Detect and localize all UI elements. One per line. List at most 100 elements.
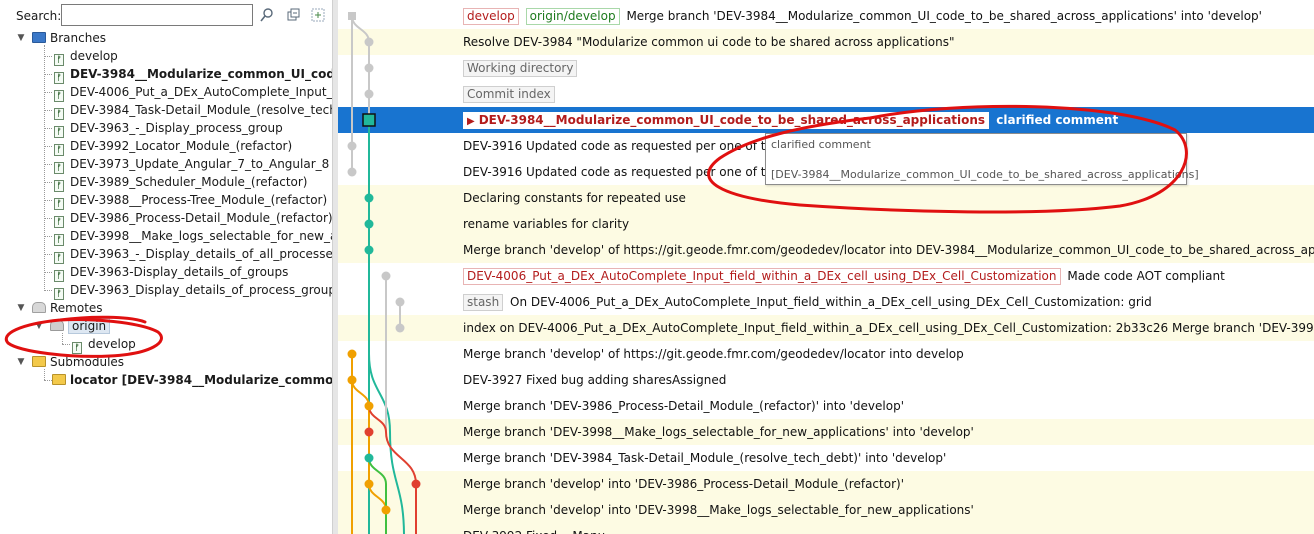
commit-node[interactable]: [395, 323, 405, 333]
submodule-locator[interactable]: locator [DEV-3984__Modularize_common_UI_…: [52, 371, 332, 389]
branch-item[interactable]: ᚠ DEV-3963_Display_details_of_process_gro…: [54, 281, 332, 300]
commit-message-cell: Merge branch 'develop' into 'DEV-3986_Pr…: [463, 471, 904, 497]
commit-node[interactable]: [395, 297, 405, 307]
commit-message: Resolve DEV-3984 "Modularize common ui c…: [463, 35, 955, 49]
commit-node[interactable]: [364, 401, 374, 411]
remotes-label: Remotes: [50, 301, 103, 315]
commit-node[interactable]: [381, 271, 391, 281]
commit-message-cell: ▶ DEV-3984__Modularize_common_UI_code_to_…: [463, 107, 1118, 133]
branch-item[interactable]: ᚠDEV-4006_Put_a_DEx_AutoComplete_Input_f…: [54, 83, 332, 102]
commit-node[interactable]: [348, 12, 356, 20]
commit-row[interactable]: develop origin/develop Merge branch 'DEV…: [338, 3, 1314, 29]
tree-guide: [62, 344, 70, 345]
collapse-all-icon[interactable]: [285, 7, 301, 23]
ref-label[interactable]: DEV-4006_Put_a_DEx_AutoComplete_Input_fi…: [463, 268, 1061, 285]
commit-row[interactable]: stash On DEV-4006_Put_a_DEx_AutoComplete…: [338, 289, 1314, 315]
commit-row[interactable]: Declaring constants for repeated use: [338, 185, 1314, 211]
branch-item[interactable]: ᚠ DEV-3963_-_Display_details_of_all_proce…: [54, 245, 332, 264]
commit-row[interactable]: Merge branch 'DEV-3986_Process-Detail_Mo…: [338, 393, 1314, 419]
ref-label[interactable]: ▶ DEV-3984__Modularize_common_UI_code_to_…: [463, 112, 990, 129]
graph-edge: [368, 405, 387, 433]
ref-label-text: stash: [467, 295, 500, 309]
ref-badge-grey[interactable]: stash: [463, 294, 504, 311]
selected-commit-node[interactable]: [362, 113, 376, 127]
commit-row[interactable]: index on DEV-4006_Put_a_DEx_AutoComplete…: [338, 315, 1314, 341]
commit-node[interactable]: [364, 63, 374, 73]
commit-message-cell: DEV-3992 Fixed... Manu...: [463, 523, 617, 534]
branch-item[interactable]: ᚠ develop: [54, 47, 118, 66]
ref-label[interactable]: origin/develop: [525, 8, 620, 25]
origin-node[interactable]: origin: [50, 317, 111, 335]
branch-item[interactable]: ᚠ DEV-3963-Display_details_of_groups: [54, 263, 288, 282]
origin-branch-develop[interactable]: ᚠ develop: [72, 335, 136, 354]
commit-node[interactable]: [364, 37, 374, 47]
tree-guide: [62, 333, 63, 344]
remotes-twisty-icon[interactable]: ▼: [16, 299, 26, 317]
tree-guide: [44, 200, 52, 201]
ref-badge-grey[interactable]: Working directory: [463, 60, 578, 77]
commit-row[interactable]: Merge branch 'develop' into 'DEV-3986_Pr…: [338, 471, 1314, 497]
commit-message-cell: rename variables for clarity: [463, 211, 629, 237]
branch-item[interactable]: ᚠ DEV-3998__Make_logs_selectable_for_new_…: [54, 227, 332, 246]
commit-message: Merge branch 'DEV-3984_Task-Detail_Modul…: [463, 451, 947, 465]
branch-item[interactable]: ᚠ DEV-3989_Scheduler_Module_(refactor): [54, 173, 307, 192]
commit-message-cell: Commit index: [463, 81, 558, 107]
commit-node[interactable]: [347, 167, 357, 177]
commit-message: DEV-3992 Fixed... Manu...: [463, 529, 617, 534]
commit-row-selected[interactable]: ▶ DEV-3984__Modularize_common_UI_code_to_…: [338, 107, 1314, 133]
commit-node[interactable]: [364, 453, 374, 463]
commit-node[interactable]: [364, 193, 374, 203]
branch-item[interactable]: ᚠ DEV-3984_Task-Detail_Module_(resolve_te…: [54, 101, 332, 120]
ref-label-text: origin/develop: [529, 9, 616, 23]
branch-item[interactable]: ᚠ DEV-3963_-_Display_process_group: [54, 119, 283, 138]
origin-twisty-icon[interactable]: ▼: [34, 317, 44, 335]
commit-row[interactable]: DEV-3992 Fixed... Manu...: [338, 523, 1314, 534]
commit-node[interactable]: [364, 89, 374, 99]
commit-message: Merge branch 'develop' of https://git.ge…: [463, 243, 1314, 257]
commit-row[interactable]: Merge branch 'develop' into 'DEV-3998__M…: [338, 497, 1314, 523]
commit-node[interactable]: [364, 245, 374, 255]
submodules-twisty-icon[interactable]: ▼: [16, 353, 26, 371]
ref-label-text: Commit index: [467, 87, 551, 101]
branch-item[interactable]: ᚠ DEV-3986_Process-Detail_Module_(refacto…: [54, 209, 332, 228]
commit-row[interactable]: Merge branch 'develop' of https://git.ge…: [338, 341, 1314, 367]
commit-row[interactable]: Merge branch 'DEV-3998__Make_logs_select…: [338, 419, 1314, 445]
commit-node[interactable]: [347, 141, 357, 151]
commit-message-cell: develop origin/develop Merge branch 'DEV…: [463, 3, 1262, 29]
remotes-node[interactable]: Remotes: [32, 299, 103, 317]
commit-message-cell: Merge branch 'DEV-3998__Make_logs_select…: [463, 419, 974, 445]
branches-twisty-icon[interactable]: ▼: [16, 29, 26, 47]
commit-row[interactable]: DEV-3927 Fixed bug adding sharesAssigned: [338, 367, 1314, 393]
branch-label: DEV-3984__Modularize_common_UI_code_to_b…: [70, 67, 332, 81]
computer-icon: [32, 32, 46, 43]
graph-edge: [389, 431, 405, 534]
commit-node[interactable]: [347, 349, 357, 359]
commit-row[interactable]: Merge branch 'develop' of https://git.ge…: [338, 237, 1314, 263]
search-icon[interactable]: [259, 7, 275, 23]
filter-icon[interactable]: [310, 7, 326, 23]
commit-row[interactable]: DEV-4006_Put_a_DEx_AutoComplete_Input_fi…: [338, 263, 1314, 289]
branch-item[interactable]: ᚠ DEV-3973_Update_Angular_7_to_Angular_8: [54, 155, 329, 174]
branch-item[interactable]: ᚠ DEV-3992_Locator_Module_(refactor): [54, 137, 292, 156]
commit-node[interactable]: [411, 479, 421, 489]
ref-label[interactable]: develop: [463, 8, 519, 25]
branch-label: develop: [70, 49, 118, 63]
commit-node[interactable]: [381, 505, 391, 515]
commit-node[interactable]: [364, 479, 374, 489]
commit-node[interactable]: [347, 375, 357, 385]
commit-row[interactable]: Merge branch 'DEV-3984_Task-Detail_Modul…: [338, 445, 1314, 471]
commit-row[interactable]: rename variables for clarity: [338, 211, 1314, 237]
branch-item[interactable]: ᚠ DEV-3988__Process-Tree_Module_(refactor…: [54, 191, 327, 210]
branch-item[interactable]: ᚠDEV-3984__Modularize_common_UI_code_to_…: [54, 65, 332, 84]
commit-row[interactable]: Resolve DEV-3984 "Modularize common ui c…: [338, 29, 1314, 55]
branch-label: DEV-3984_Task-Detail_Module_(resolve_tec…: [70, 103, 332, 117]
commit-node[interactable]: [364, 427, 374, 437]
commit-node[interactable]: [364, 219, 374, 229]
ref-badge-grey[interactable]: Commit index: [463, 86, 555, 103]
commit-row[interactable]: Working directory: [338, 55, 1314, 81]
commit-row[interactable]: Commit index: [338, 81, 1314, 107]
submodules-node[interactable]: Submodules: [32, 353, 124, 371]
tree-guide: [44, 290, 52, 291]
search-input[interactable]: [61, 4, 253, 26]
tree-guide: [44, 74, 52, 75]
